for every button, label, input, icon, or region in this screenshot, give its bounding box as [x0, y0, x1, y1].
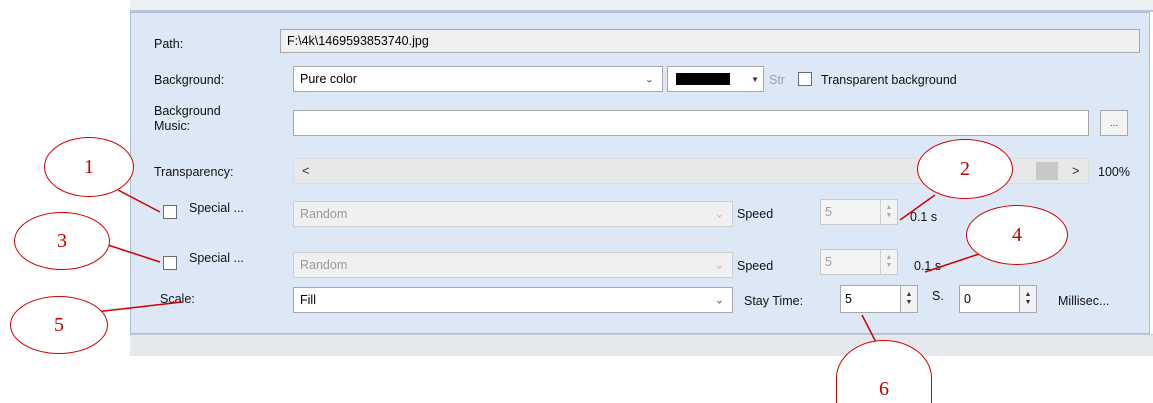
- special-effect-1-select[interactable]: Random ⌄: [293, 201, 733, 227]
- stepper-arrows-icon[interactable]: ▲ ▼: [880, 200, 897, 224]
- millisec-value: 0: [964, 292, 971, 306]
- millisec-label: Millisec...: [1058, 294, 1110, 308]
- scroll-left-icon[interactable]: <: [302, 163, 310, 178]
- scale-select-value: Fill: [300, 293, 316, 307]
- special-effect-2-select[interactable]: Random ⌄: [293, 252, 733, 278]
- scroll-right-icon[interactable]: >: [1072, 163, 1080, 178]
- special-effect-2-checkbox[interactable]: [163, 256, 177, 270]
- stay-time-label: Stay Time:: [744, 294, 804, 308]
- path-label: Path:: [154, 37, 184, 51]
- str-label: Str: [769, 73, 785, 87]
- slider-thumb[interactable]: [1036, 162, 1058, 180]
- stay-time-stepper[interactable]: 5 ▲ ▼: [840, 285, 918, 313]
- background-select[interactable]: Pure color ⌄: [293, 66, 663, 92]
- color-swatch: [676, 73, 730, 85]
- window-bottom-strip: [130, 334, 1153, 356]
- transparent-background-checkbox[interactable]: [798, 72, 812, 86]
- special-effect-1-checkbox[interactable]: [163, 205, 177, 219]
- path-value: F:\4k\1469593853740.jpg: [287, 34, 429, 48]
- background-music-label: Background Music:: [154, 104, 221, 134]
- background-music-label-line1: Background: [154, 104, 221, 118]
- special-effect-1-label: Special ...: [189, 201, 244, 215]
- browse-music-button[interactable]: ...: [1100, 110, 1128, 136]
- speed-2-value: 5: [825, 255, 832, 269]
- chevron-down-icon: ⌄: [714, 208, 724, 221]
- callout-1: 1: [44, 137, 134, 197]
- chevron-down-icon: ⌄: [714, 294, 724, 307]
- transparency-value: 100%: [1098, 165, 1130, 179]
- callout-3: 3: [14, 212, 110, 270]
- transparent-background-label: Transparent background: [821, 73, 957, 87]
- scale-label: Scale:: [160, 292, 195, 306]
- special-effect-1-value: Random: [300, 207, 348, 221]
- scale-select[interactable]: Fill ⌄: [293, 287, 733, 313]
- chevron-down-icon: ⌄: [644, 73, 654, 86]
- speed-2-unit: 0.1 s: [914, 259, 942, 273]
- background-label: Background:: [154, 73, 225, 87]
- callout-2: 2: [917, 139, 1013, 199]
- special-effect-2-label: Special ...: [189, 251, 244, 265]
- special-effect-2-value: Random: [300, 258, 348, 272]
- callout-5: 5: [10, 296, 108, 354]
- millisec-stepper[interactable]: 0 ▲ ▼: [959, 285, 1037, 313]
- speed-2-label: Speed: [737, 259, 774, 273]
- color-dropdown-icon: ▼: [751, 74, 759, 84]
- transparency-label: Transparency:: [154, 165, 234, 179]
- speed-2-stepper[interactable]: 5 ▲ ▼: [820, 249, 898, 275]
- color-picker[interactable]: ▼: [667, 66, 764, 92]
- chevron-down-icon: ⌄: [714, 259, 724, 272]
- speed-1-stepper[interactable]: 5 ▲ ▼: [820, 199, 898, 225]
- seconds-label: S.: [932, 289, 944, 303]
- stepper-arrows-icon[interactable]: ▲ ▼: [900, 286, 917, 312]
- callout-4: 4: [966, 205, 1068, 265]
- background-music-field[interactable]: [293, 110, 1089, 136]
- stay-time-value: 5: [845, 292, 852, 306]
- background-music-label-line2: Music:: [154, 119, 191, 133]
- path-field[interactable]: F:\4k\1469593853740.jpg: [280, 29, 1140, 53]
- stepper-arrows-icon[interactable]: ▲ ▼: [880, 250, 897, 274]
- background-select-value: Pure color: [300, 72, 357, 86]
- stepper-arrows-icon[interactable]: ▲ ▼: [1019, 286, 1036, 312]
- speed-1-label: Speed: [737, 207, 774, 221]
- speed-1-value: 5: [825, 205, 832, 219]
- speed-1-unit: 0.1 s: [910, 210, 938, 224]
